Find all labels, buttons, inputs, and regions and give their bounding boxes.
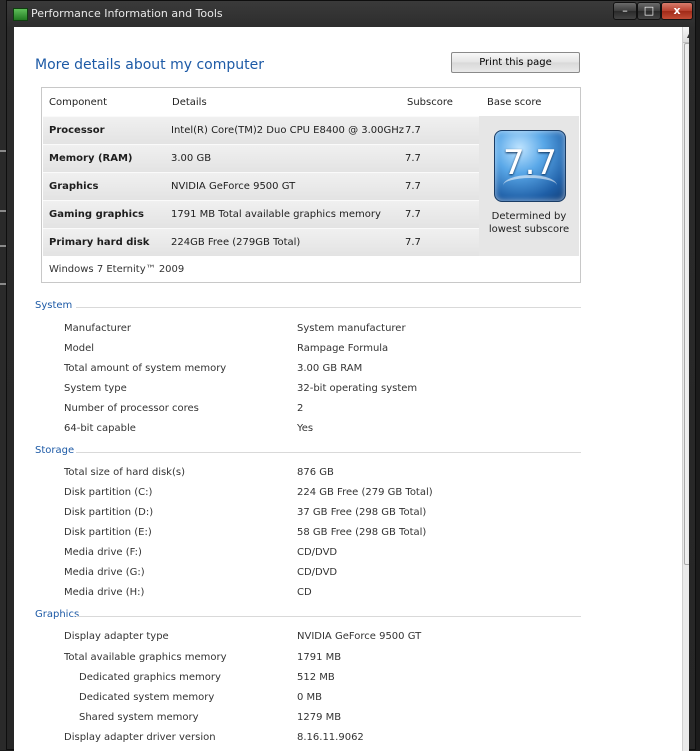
info-label: Dedicated graphics memory xyxy=(79,672,221,683)
window-title: Performance Information and Tools xyxy=(31,7,223,20)
component-subscore: 7.7 xyxy=(405,181,421,192)
info-label: Disk partition (C:) xyxy=(64,487,153,498)
component-details: 3.00 GB xyxy=(171,153,212,164)
minimize-button[interactable]: – xyxy=(613,2,637,20)
info-value: 37 GB Free (298 GB Total) xyxy=(297,507,427,518)
info-value: CD/DVD xyxy=(297,547,338,558)
minimize-icon: – xyxy=(622,4,628,17)
header-subscore: Subscore xyxy=(407,97,453,108)
info-label: Display adapter driver version xyxy=(64,732,216,743)
table-row: Processor Intel(R) Core(TM)2 Duo CPU E84… xyxy=(43,116,479,144)
base-score-panel: 7.7 Determined by lowest subscore xyxy=(479,116,579,256)
info-value: CD/DVD xyxy=(297,567,338,578)
info-label: 64-bit capable xyxy=(64,423,136,434)
title-bar[interactable]: Performance Information and Tools – □ x xyxy=(7,1,695,27)
info-label: Total size of hard disk(s) xyxy=(64,467,185,478)
info-value: 224 GB Free (279 GB Total) xyxy=(297,487,433,498)
info-label: Manufacturer xyxy=(64,323,131,334)
header-details: Details xyxy=(172,97,207,108)
info-value: 3.00 GB RAM xyxy=(297,363,363,374)
component-subscore: 7.7 xyxy=(405,209,421,220)
component-name: Memory (RAM) xyxy=(49,153,133,164)
component-details: 1791 MB Total available graphics memory xyxy=(171,209,381,220)
component-name: Primary hard disk xyxy=(49,237,150,248)
component-details: 224GB Free (279GB Total) xyxy=(171,237,301,248)
base-score-caption-line1: Determined by xyxy=(491,211,567,222)
info-value: 0 MB xyxy=(297,692,323,703)
info-label: Media drive (G:) xyxy=(64,567,145,578)
close-button[interactable]: x xyxy=(661,2,693,20)
performance-window: Performance Information and Tools – □ x … xyxy=(6,0,696,751)
scroll-thumb[interactable] xyxy=(684,43,689,565)
info-value: 32-bit operating system xyxy=(297,383,418,394)
info-value: 512 MB xyxy=(297,672,335,683)
info-value: NVIDIA GeForce 9500 GT xyxy=(297,631,422,642)
vertical-scrollbar[interactable]: ▲ xyxy=(682,27,689,751)
info-label: Dedicated system memory xyxy=(79,692,215,703)
base-score-caption-line2: lowest subscore xyxy=(488,224,570,235)
info-value: 2 xyxy=(297,403,304,414)
info-label: Media drive (H:) xyxy=(64,587,145,598)
info-label: System type xyxy=(64,383,127,394)
info-label: Disk partition (D:) xyxy=(64,507,154,518)
info-value: System manufacturer xyxy=(297,323,406,334)
maximize-button[interactable]: □ xyxy=(637,2,661,20)
component-details: Intel(R) Core(TM)2 Duo CPU E8400 @ 3.00G… xyxy=(171,125,405,136)
section-divider xyxy=(76,616,581,617)
info-label: Display adapter type xyxy=(64,631,169,642)
info-label: Number of processor cores xyxy=(64,403,199,414)
table-row: Gaming graphics 1791 MB Total available … xyxy=(43,200,479,228)
info-value: 876 GB xyxy=(297,467,334,478)
score-table: Component Details Subscore Base score Pr… xyxy=(41,87,581,283)
info-value: Yes xyxy=(297,423,314,434)
info-label: Shared system memory xyxy=(79,712,199,723)
component-details: NVIDIA GeForce 9500 GT xyxy=(171,181,296,192)
section-divider xyxy=(76,307,581,308)
header-base-score: Base score xyxy=(487,97,542,108)
info-value: 1279 MB xyxy=(297,712,342,723)
table-row: Memory (RAM) 3.00 GB 7.7 xyxy=(43,144,479,172)
info-label: Disk partition (E:) xyxy=(64,527,152,538)
scroll-up-arrow-icon[interactable]: ▲ xyxy=(683,27,689,43)
info-value: 8.16.11.9062 xyxy=(297,732,364,743)
component-subscore: 7.7 xyxy=(405,125,421,136)
info-label: Total available graphics memory xyxy=(64,652,227,663)
windows-swoosh-icon xyxy=(503,175,557,196)
component-subscore: 7.7 xyxy=(405,153,421,164)
component-name: Processor xyxy=(49,125,105,136)
info-value: 58 GB Free (298 GB Total) xyxy=(297,527,427,538)
component-subscore: 7.7 xyxy=(405,237,421,248)
page-title: More details about my computer xyxy=(35,57,264,73)
info-value: 1791 MB xyxy=(297,652,342,663)
info-value: Rampage Formula xyxy=(297,343,389,354)
table-row: Primary hard disk 224GB Free (279GB Tota… xyxy=(43,228,479,256)
section-title-system: System xyxy=(35,300,73,311)
component-name: Graphics xyxy=(49,181,99,192)
info-label: Total amount of system memory xyxy=(64,363,227,374)
print-page-button[interactable]: Print this page xyxy=(451,52,580,73)
section-title-storage: Storage xyxy=(35,445,75,456)
maximize-icon: □ xyxy=(643,4,655,17)
info-label: Model xyxy=(64,343,95,354)
header-component: Component xyxy=(49,97,108,108)
section-divider xyxy=(76,452,581,453)
info-value: CD xyxy=(297,587,312,598)
base-score-badge-icon: 7.7 xyxy=(494,130,566,202)
table-row: Graphics NVIDIA GeForce 9500 GT 7.7 xyxy=(43,172,479,200)
base-score-caption: Determined by lowest subscore xyxy=(479,210,579,236)
close-icon: x xyxy=(673,4,681,17)
info-label: Media drive (F:) xyxy=(64,547,142,558)
app-icon xyxy=(13,8,28,21)
os-edition: Windows 7 Eternity™ 2009 xyxy=(49,264,185,275)
section-title-graphics: Graphics xyxy=(35,609,80,620)
component-name: Gaming graphics xyxy=(49,209,144,220)
content-area: More details about my computer Print thi… xyxy=(14,27,689,751)
